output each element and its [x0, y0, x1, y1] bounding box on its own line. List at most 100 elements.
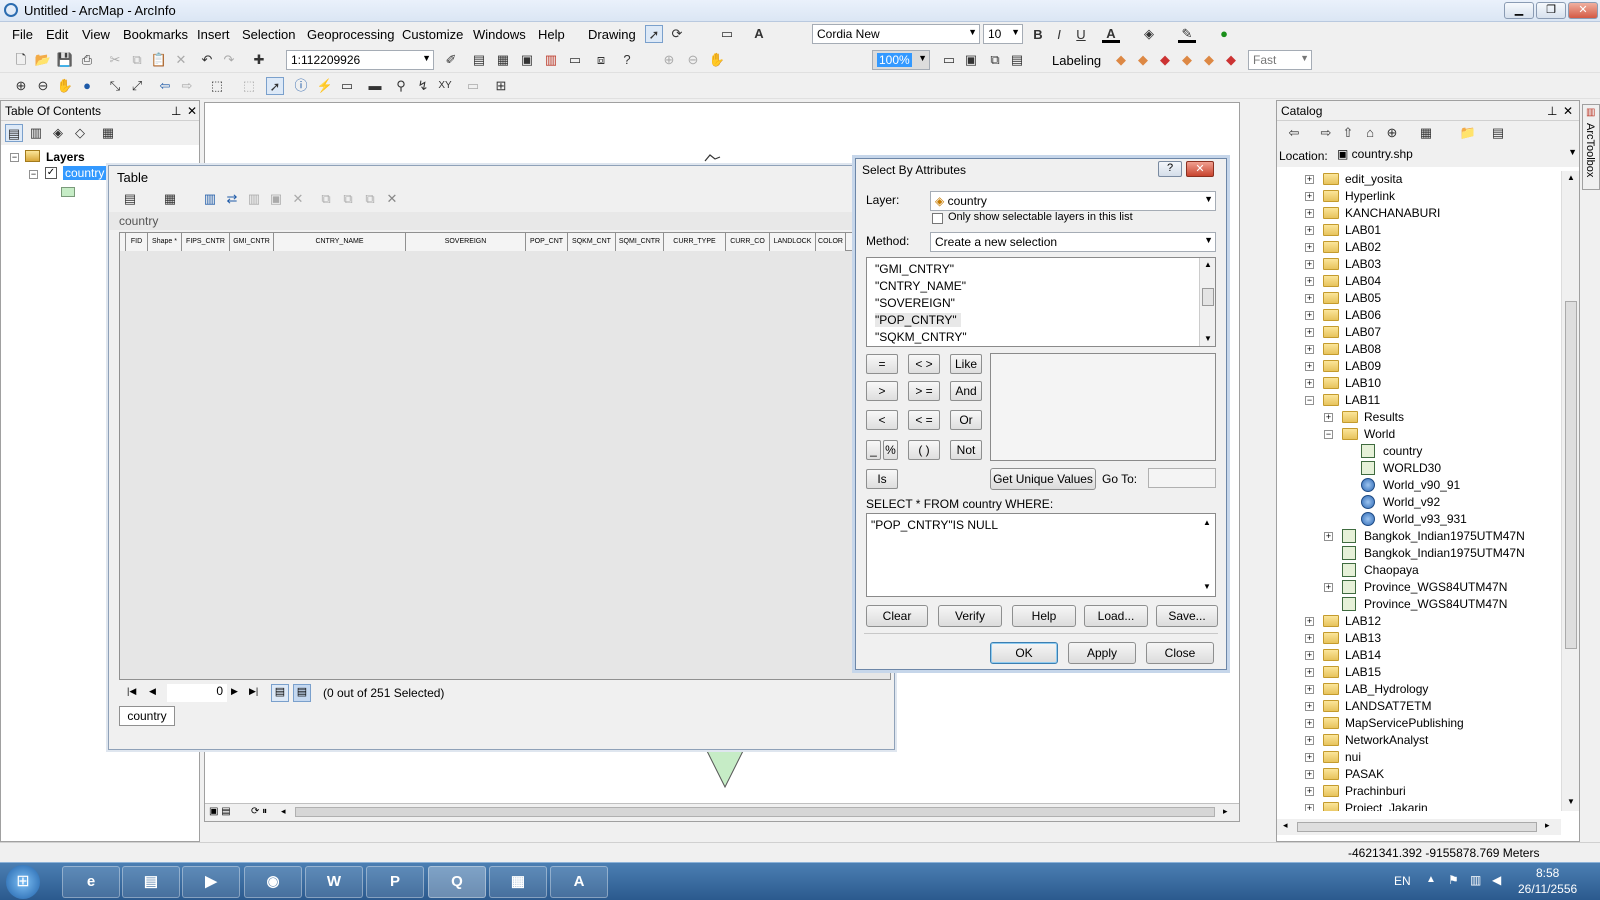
- layers-root-label[interactable]: Layers: [46, 150, 85, 164]
- expand-icon[interactable]: +: [1305, 277, 1314, 286]
- catalog-item[interactable]: + LAB10: [1277, 375, 1561, 392]
- location-input[interactable]: ▣ country.shp ▼: [1333, 145, 1579, 165]
- views-icon[interactable]: ▦: [1417, 124, 1435, 142]
- new-document-icon[interactable]: 🗋: [12, 51, 30, 69]
- country-layer-label[interactable]: country: [63, 166, 107, 180]
- menu-bookmarks[interactable]: Bookmarks: [123, 27, 188, 42]
- whats-this-icon[interactable]: ?: [618, 51, 636, 69]
- menu-selection[interactable]: Selection: [242, 27, 295, 42]
- fields-list[interactable]: "GMI_CNTRY" "CNTRY_NAME" "SOVEREIGN" "PO…: [866, 257, 1216, 347]
- dialog-close-button[interactable]: ✕: [1186, 161, 1214, 177]
- line-color-icon[interactable]: ✎: [1178, 25, 1196, 43]
- field-item[interactable]: "SQKM_CNTRY": [875, 330, 967, 344]
- delete-icon[interactable]: ✕: [172, 51, 190, 69]
- zoom-to-selected-icon[interactable]: ▣: [267, 190, 285, 208]
- model-builder-icon[interactable]: ⧈: [592, 51, 610, 69]
- menu-customize[interactable]: Customize: [402, 27, 463, 42]
- scroll-left-icon[interactable]: ◂: [1283, 820, 1288, 831]
- last-record-icon[interactable]: ▶|: [249, 686, 258, 697]
- menu-windows[interactable]: Windows: [473, 27, 526, 42]
- hyperlink-icon[interactable]: ⚡: [316, 77, 334, 95]
- goto-input[interactable]: [1148, 468, 1216, 488]
- collapse-country-icon[interactable]: −: [29, 170, 38, 179]
- search-window-icon[interactable]: ▣: [518, 51, 536, 69]
- expand-icon[interactable]: +: [1305, 719, 1314, 728]
- catalog-item[interactable]: World_v92: [1277, 494, 1561, 511]
- expand-icon[interactable]: +: [1305, 209, 1314, 218]
- catalog-item[interactable]: + nui: [1277, 749, 1561, 766]
- catalog-item[interactable]: Bangkok_Indian1975UTM47N: [1277, 545, 1561, 562]
- toc-window-icon[interactable]: ▤: [470, 51, 488, 69]
- menu-help[interactable]: Help: [538, 27, 565, 42]
- menu-insert[interactable]: Insert: [197, 27, 230, 42]
- catalog-options-icon[interactable]: ▤: [1489, 124, 1507, 142]
- catalog-item[interactable]: + LAB_Hydrology: [1277, 681, 1561, 698]
- underline-button[interactable]: U: [1072, 26, 1090, 44]
- collapse-icon[interactable]: −: [1324, 430, 1333, 439]
- menu-edit[interactable]: Edit: [46, 27, 68, 42]
- explorer-taskbar-icon[interactable]: ▤: [122, 866, 180, 898]
- catalog-item[interactable]: − LAB11: [1277, 392, 1561, 409]
- create-viewer-icon[interactable]: ⊞: [492, 77, 510, 95]
- fields-scrollbar[interactable]: ▲ ▼: [1199, 258, 1215, 346]
- expand-icon[interactable]: +: [1305, 617, 1314, 626]
- related-tables-icon[interactable]: ▦: [161, 190, 179, 208]
- back-icon[interactable]: ⇦: [1285, 124, 1303, 142]
- list-by-selection-icon[interactable]: ◇: [71, 124, 89, 142]
- is-button[interactable]: Is: [866, 469, 898, 489]
- column-header[interactable]: CURR_TYPE: [664, 233, 726, 251]
- catalog-item[interactable]: + LAB09: [1277, 358, 1561, 375]
- ok-button[interactable]: OK: [990, 642, 1058, 664]
- catalog-item[interactable]: + LAB13: [1277, 630, 1561, 647]
- expand-icon[interactable]: +: [1305, 175, 1314, 184]
- greater-button[interactable]: >: [866, 381, 898, 401]
- scroll-thumb[interactable]: [295, 807, 1215, 817]
- catalog-item[interactable]: + LAB15: [1277, 664, 1561, 681]
- expand-icon[interactable]: +: [1305, 770, 1314, 779]
- scroll-left-icon[interactable]: ◂: [281, 806, 286, 817]
- catalog-item[interactable]: + NetworkAnalyst: [1277, 732, 1561, 749]
- network-icon[interactable]: ▥: [1470, 873, 1481, 887]
- expand-icon[interactable]: +: [1305, 260, 1314, 269]
- language-indicator[interactable]: EN: [1394, 874, 1411, 888]
- country-symbol-swatch[interactable]: [61, 187, 75, 197]
- bold-button[interactable]: B: [1029, 26, 1047, 44]
- table-tab-country[interactable]: country: [119, 706, 175, 726]
- clear-selection-icon[interactable]: ⬚: [240, 77, 258, 95]
- drawing-menu[interactable]: Drawing: [588, 27, 636, 42]
- catalog-item[interactable]: + LAB12: [1277, 613, 1561, 630]
- scroll-right-icon[interactable]: ▸: [1223, 806, 1228, 817]
- select-by-attributes-icon[interactable]: ▥: [201, 190, 219, 208]
- field-item[interactable]: "CNTRY_NAME": [875, 279, 966, 293]
- text-tool-icon[interactable]: A: [750, 25, 768, 43]
- catalog-item[interactable]: + MapServicePublishing: [1277, 715, 1561, 732]
- forward-extent-icon[interactable]: ⇨: [178, 77, 196, 95]
- home-icon[interactable]: ⌂: [1361, 124, 1379, 142]
- catalog-item[interactable]: + LAB02: [1277, 239, 1561, 256]
- pause-labeling-icon[interactable]: ◆: [1200, 51, 1218, 69]
- refresh-icon[interactable]: ⟳ ⏸: [251, 806, 267, 817]
- field-item[interactable]: "SOVEREIGN": [875, 296, 955, 310]
- catalog-item[interactable]: + KANCHANABURI: [1277, 205, 1561, 222]
- save-button[interactable]: Save...: [1156, 605, 1218, 627]
- action-center-icon[interactable]: ⚑: [1448, 873, 1459, 887]
- font-color-icon[interactable]: A: [1102, 25, 1120, 43]
- close-button[interactable]: Close: [1146, 642, 1214, 664]
- rotate-icon[interactable]: ⟳: [668, 25, 686, 43]
- close-catalog-icon[interactable]: ✕: [1563, 104, 1573, 118]
- focus-data-frame-icon[interactable]: ▣: [962, 51, 980, 69]
- scroll-thumb[interactable]: [1202, 288, 1214, 306]
- menu-geoprocessing[interactable]: Geoprocessing: [307, 27, 394, 42]
- rectangle-icon[interactable]: ▭: [718, 25, 736, 43]
- catalog-item[interactable]: + Results: [1277, 409, 1561, 426]
- switch-selection-icon[interactable]: ⇄: [223, 190, 241, 208]
- expand-icon[interactable]: +: [1305, 192, 1314, 201]
- help-button[interactable]: Help: [1012, 605, 1076, 627]
- delete-selected-icon[interactable]: ✕: [289, 190, 307, 208]
- first-record-icon[interactable]: |◀: [127, 686, 136, 697]
- catalog-item[interactable]: World_v90_91: [1277, 477, 1561, 494]
- restore-button[interactable]: ❐: [1536, 2, 1566, 19]
- catalog-item[interactable]: + Project_Jakarin: [1277, 800, 1561, 811]
- table-options-icon[interactable]: ▤: [121, 190, 139, 208]
- attribute-grid[interactable]: FID Shape * FIPS_CNTR GMI_CNTR CNTRY_NAM…: [119, 232, 892, 680]
